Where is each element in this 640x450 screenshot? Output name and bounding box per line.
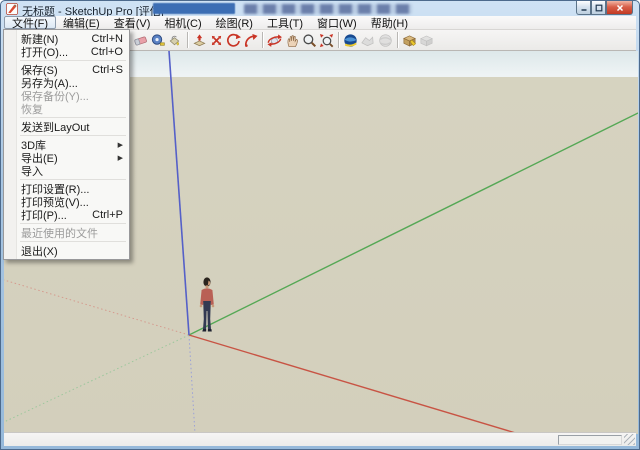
sketchup-window: 无标题 - SketchUp Pro [评估] 文件(F)编辑(E)查看(V)相…: [0, 0, 640, 450]
file-menu-item-发送到LayOut[interactable]: 发送到LayOut: [4, 120, 129, 133]
redacted-watermark-text: [244, 4, 412, 14]
maximize-button[interactable]: [591, 1, 606, 15]
menu-item-label: 退出(X): [21, 243, 58, 259]
menubar-item-编辑[interactable]: 编辑(E): [56, 16, 107, 29]
share-model-icon: [418, 32, 434, 48]
menubar-item-帮助[interactable]: 帮助(H): [364, 16, 415, 29]
menubar-item-工具[interactable]: 工具(T): [260, 16, 310, 29]
minimize-icon: [580, 4, 588, 12]
sketchup-logo-icon: [6, 3, 18, 15]
paint-bucket-icon[interactable]: [167, 32, 183, 48]
menu-item-label: 最近使用的文件: [21, 225, 98, 241]
file-menu-dropdown: 新建(N)Ctrl+N打开(O)...Ctrl+O保存(S)Ctrl+S另存为(…: [3, 29, 130, 260]
measurements-box[interactable]: [558, 435, 622, 445]
tape-measure-icon[interactable]: [150, 32, 166, 48]
red-axis-dotted: [4, 280, 189, 335]
close-icon: [616, 4, 624, 12]
orbit-icon[interactable]: [267, 32, 283, 48]
add-location-icon[interactable]: [343, 32, 359, 48]
file-menu-item-最近使用的文件: 最近使用的文件: [4, 226, 129, 239]
red-axis: [189, 335, 519, 434]
close-button[interactable]: [606, 1, 633, 15]
toolbar-separator: [187, 32, 188, 48]
menu-item-label: 打印(P)...: [21, 207, 67, 223]
minimize-button[interactable]: [576, 1, 591, 15]
file-menu-item-打印[interactable]: 打印(P)... Ctrl+P: [4, 208, 129, 221]
menu-item-label: 发送到LayOut: [21, 119, 89, 135]
blue-axis: [169, 51, 189, 335]
file-menu-item-打开[interactable]: 打开(O)... Ctrl+O: [4, 45, 129, 58]
get-models-icon[interactable]: [401, 32, 417, 48]
status-bar: [4, 432, 636, 446]
preview-in-google-earth-icon: [377, 32, 393, 48]
maximize-icon: [595, 4, 603, 12]
menu-item-shortcut: Ctrl+N: [92, 33, 123, 45]
file-menu-item-恢复: 恢复: [4, 102, 129, 115]
offset-icon[interactable]: [243, 32, 259, 48]
menu-item-label: 导入: [21, 163, 43, 179]
toolbar-separator: [397, 32, 398, 48]
push-pull-icon[interactable]: [191, 32, 207, 48]
menubar-item-文件[interactable]: 文件(F): [4, 16, 56, 29]
submenu-arrow-icon: ▶: [118, 141, 123, 149]
blue-axis-dotted: [189, 335, 195, 434]
toolbar-separator: [262, 32, 263, 48]
menubar-item-窗口[interactable]: 窗口(W): [310, 16, 364, 29]
toolbar-separator: [338, 32, 339, 48]
menubar-item-查看[interactable]: 查看(V): [107, 16, 158, 29]
rotate-icon[interactable]: [226, 32, 242, 48]
file-menu-item-退出[interactable]: 退出(X): [4, 244, 129, 257]
green-axis: [189, 113, 638, 335]
menu-item-label: 打开(O)...: [21, 44, 68, 60]
menubar-item-相机[interactable]: 相机(C): [157, 16, 208, 29]
eraser-icon[interactable]: [133, 32, 149, 48]
menu-item-label: 恢复: [21, 101, 43, 117]
menu-item-shortcut: Ctrl+O: [91, 46, 123, 58]
window-controls: [576, 1, 633, 15]
file-menu-item-导入[interactable]: 导入: [4, 164, 129, 177]
menu-item-shortcut: Ctrl+P: [92, 209, 123, 221]
pan-icon[interactable]: [284, 32, 300, 48]
menubar-item-绘图[interactable]: 绘图(R): [209, 16, 260, 29]
zoom-extents-icon[interactable]: [318, 32, 334, 48]
menu-bar: 文件(F)编辑(E)查看(V)相机(C)绘图(R)工具(T)窗口(W)帮助(H): [4, 16, 636, 30]
green-axis-dotted: [4, 335, 189, 422]
move-icon[interactable]: [208, 32, 224, 48]
redacted-watermark-box: [153, 3, 235, 14]
menu-item-shortcut: Ctrl+S: [92, 64, 123, 76]
zoom-icon[interactable]: [301, 32, 317, 48]
submenu-arrow-icon: ▶: [118, 154, 123, 162]
toggle-terrain-icon: [360, 32, 376, 48]
resize-grip[interactable]: [624, 434, 635, 445]
